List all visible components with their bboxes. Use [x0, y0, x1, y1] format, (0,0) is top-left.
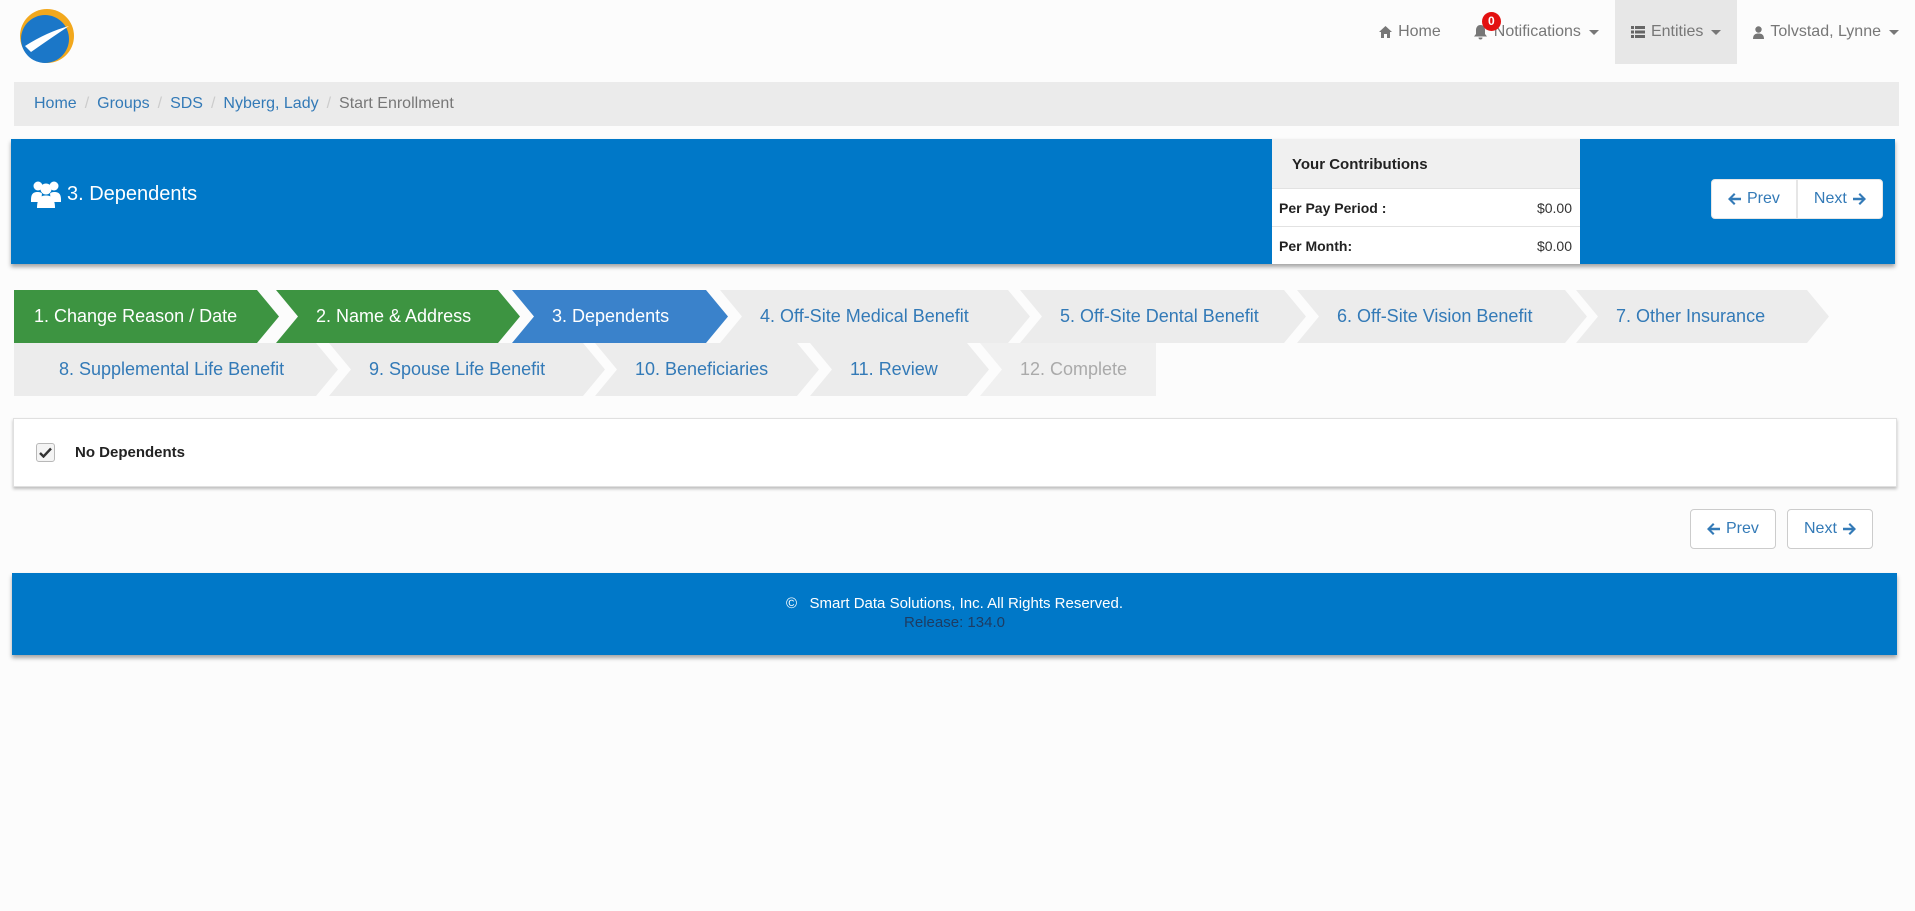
bottom-next-wrapper: Next	[1787, 509, 1873, 549]
prev-label: Prev	[1726, 520, 1759, 537]
contribution-value: $0.00	[1536, 237, 1572, 254]
nav-entities[interactable]: Entities	[1614, 0, 1738, 64]
step-label: 10. Beneficiaries	[635, 359, 769, 379]
arrow-left-icon	[1707, 523, 1720, 535]
step-8[interactable]: 8. Supplemental Life Benefit	[14, 343, 338, 396]
arrow-right-icon	[1852, 193, 1866, 205]
step-1[interactable]: 1. Change Reason / Date	[14, 290, 279, 343]
next-label: Next	[1813, 190, 1847, 207]
header-pager: Prev Next	[1711, 179, 1883, 219]
breadcrumb-separator: /	[210, 95, 216, 112]
step-2[interactable]: 2. Name & Address	[276, 290, 520, 343]
breadcrumb-separator: /	[84, 95, 90, 112]
list-icon	[1630, 26, 1645, 38]
checkmark-icon	[39, 447, 52, 458]
breadcrumb-home[interactable]: Home	[34, 95, 77, 113]
user-icon	[1753, 25, 1765, 39]
page-header: 3. Dependents Your Contributions Per Pay…	[11, 139, 1895, 264]
contribution-row-pay-period: Per Pay Period : $0.00	[1272, 188, 1580, 226]
step-label: 9. Spouse Life Benefit	[369, 359, 546, 379]
breadcrumb-separator: /	[326, 95, 332, 112]
bottom-next-button[interactable]: Next	[1787, 509, 1873, 549]
nav-notifications[interactable]: 0 Notifications	[1457, 0, 1615, 64]
step-10[interactable]: 10. Beneficiaries	[595, 343, 819, 396]
breadcrumb-current: Start Enrollment	[339, 95, 454, 112]
bottom-prev-wrapper: Prev	[1690, 509, 1776, 549]
nav-entities-label: Entities	[1650, 23, 1704, 40]
header-prev-button[interactable]: Prev	[1711, 179, 1797, 219]
caret-down-icon	[1889, 29, 1899, 35]
contribution-label: Per Pay Period :	[1279, 199, 1387, 216]
step-9[interactable]: 9. Spouse Life Benefit	[329, 343, 605, 396]
arrow-left-icon	[1728, 193, 1741, 205]
nav-user-menu[interactable]: Tolvstad, Lynne	[1737, 0, 1915, 64]
step-label: 11. Review	[850, 359, 938, 379]
bottom-prev-button[interactable]: Prev	[1690, 509, 1776, 549]
breadcrumb-groups[interactable]: Groups	[97, 95, 149, 113]
contribution-value: $0.00	[1536, 199, 1572, 216]
step-label: 6. Off-Site Vision Benefit	[1337, 306, 1533, 326]
step-5[interactable]: 5. Off-Site Dental Benefit	[1020, 290, 1306, 343]
page-title-text: 3. Dependents	[67, 182, 198, 205]
caret-down-icon	[1588, 29, 1599, 35]
header-next-button[interactable]: Next	[1796, 179, 1883, 219]
home-icon	[1379, 26, 1393, 38]
nav-notifications-label: Notifications	[1493, 23, 1581, 40]
step-11[interactable]: 11. Review	[810, 343, 989, 396]
breadcrumb-member[interactable]: Nyberg, Lady	[223, 95, 318, 113]
step-label: 2. Name & Address	[316, 306, 472, 326]
step-label: 8. Supplemental Life Benefit	[59, 359, 285, 379]
footer-copyright: © Smart Data Solutions, Inc. All Rights …	[12, 573, 1897, 612]
top-navbar: Home 0 Notifications Entities Tolvstad, …	[0, 0, 1915, 64]
footer-release: Release: 134.0	[904, 614, 1005, 631]
company-logo[interactable]	[17, 4, 79, 66]
step-3[interactable]: 3. Dependents	[512, 290, 728, 343]
breadcrumb-separator: /	[157, 95, 163, 112]
step-label: 12. Complete	[1020, 359, 1128, 379]
contribution-label: Per Month:	[1279, 237, 1353, 254]
dependents-panel: No Dependents	[13, 418, 1897, 487]
caret-down-icon	[1711, 29, 1722, 35]
step-label: 5. Off-Site Dental Benefit	[1060, 306, 1259, 326]
next-label: Next	[1804, 520, 1837, 537]
page-title: 3. Dependents	[31, 139, 197, 249]
contribution-row-month: Per Month: $0.00	[1272, 226, 1580, 264]
nav-user-label: Tolvstad, Lynne	[1770, 23, 1881, 40]
breadcrumb-sds[interactable]: SDS	[170, 95, 203, 113]
breadcrumb: Home / Groups / SDS / Nyberg, Lady / Sta…	[14, 82, 1899, 126]
users-icon	[31, 180, 61, 208]
nav-home[interactable]: Home	[1363, 0, 1457, 64]
step-7[interactable]: 7. Other Insurance	[1576, 290, 1829, 343]
no-dependents-label: No Dependents	[75, 444, 186, 461]
step-label: 4. Off-Site Medical Benefit	[760, 306, 969, 326]
step-4[interactable]: 4. Off-Site Medical Benefit	[720, 290, 1030, 343]
contributions-title: Your Contributions	[1272, 139, 1580, 188]
arrow-right-icon	[1842, 523, 1856, 535]
step-label: 1. Change Reason / Date	[34, 306, 238, 326]
step-6[interactable]: 6. Off-Site Vision Benefit	[1297, 290, 1587, 343]
step-label: 7. Other Insurance	[1616, 306, 1766, 326]
copyright-symbol: ©	[785, 595, 798, 612]
footer: © Smart Data Solutions, Inc. All Rights …	[12, 573, 1897, 655]
prev-label: Prev	[1747, 190, 1780, 207]
step-label: 3. Dependents	[552, 306, 670, 326]
notification-count-badge: 0	[1481, 12, 1501, 31]
contributions-summary: Your Contributions Per Pay Period : $0.0…	[1272, 139, 1580, 264]
copyright-text: Smart Data Solutions, Inc. All Rights Re…	[809, 595, 1124, 612]
step-12: 12. Complete	[980, 343, 1156, 396]
nav-home-label: Home	[1398, 23, 1441, 40]
no-dependents-checkbox[interactable]	[36, 443, 55, 462]
